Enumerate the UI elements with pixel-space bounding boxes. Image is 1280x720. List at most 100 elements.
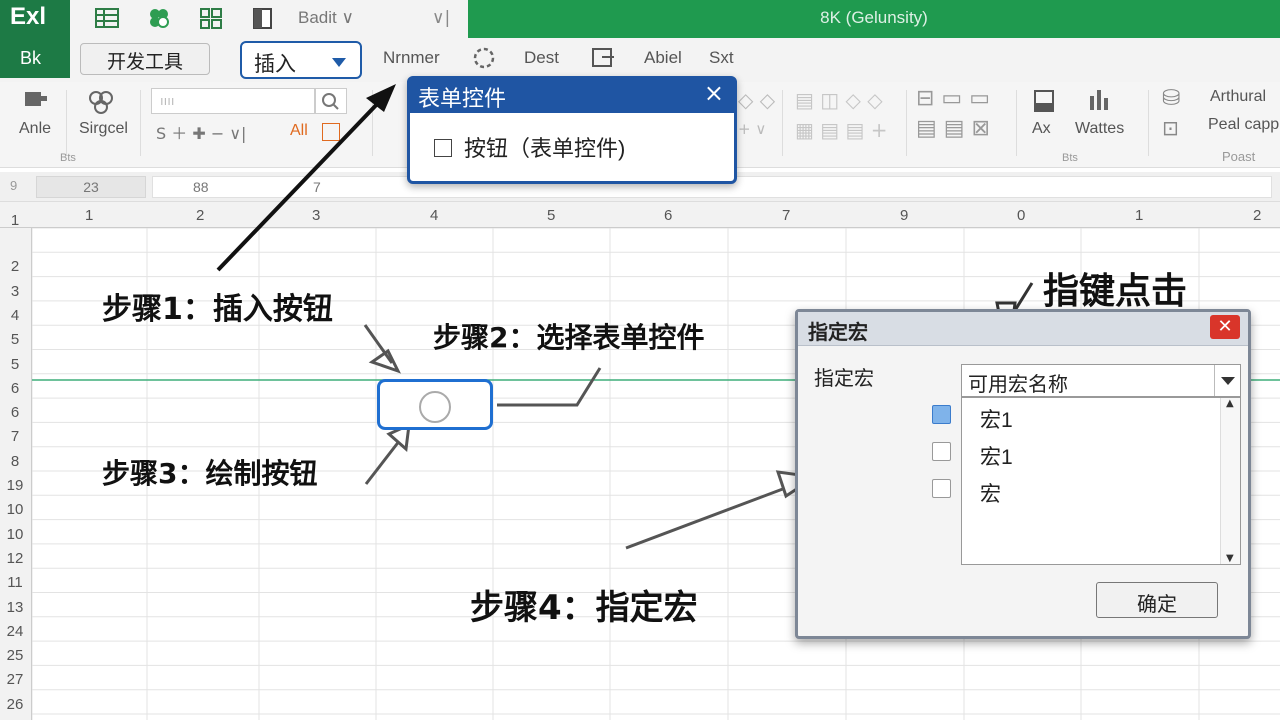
clover-icon[interactable] bbox=[146, 6, 172, 30]
column-header[interactable]: 9 bbox=[900, 207, 908, 224]
column-header[interactable]: 4 bbox=[430, 207, 438, 224]
ribbon-separator bbox=[66, 90, 67, 156]
scroll-down-icon[interactable]: ▼ bbox=[1226, 553, 1234, 564]
tab-developer[interactable]: 开发工具 bbox=[80, 43, 210, 75]
chevron-down-icon[interactable]: ∨| bbox=[432, 8, 450, 28]
column-header[interactable]: 2 bbox=[1253, 207, 1261, 224]
corner-label: 9 bbox=[10, 178, 18, 193]
arthural-label: Arthural bbox=[1210, 88, 1267, 105]
list-item[interactable]: 宏1 bbox=[980, 404, 1013, 434]
column-header[interactable]: 6 bbox=[664, 207, 672, 224]
align-tools-icon[interactable]: S ＋ ✚ − ∨| bbox=[156, 120, 246, 144]
list-item[interactable]: 宏1 bbox=[980, 441, 1013, 471]
format-cells-icon[interactable]: ▦ ▤ ▤ + bbox=[795, 118, 888, 142]
close-button[interactable]: ✕ bbox=[1210, 315, 1240, 339]
ribbon-separator bbox=[906, 90, 907, 156]
format-painter-icon[interactable] bbox=[86, 88, 116, 116]
row-header[interactable]: 6 bbox=[0, 380, 30, 397]
sort-icon[interactable] bbox=[1032, 88, 1056, 114]
row-header[interactable]: 3 bbox=[0, 283, 30, 300]
ribbon-separator bbox=[372, 90, 373, 156]
shape-icon[interactable]: ◇ ◇ bbox=[738, 88, 775, 112]
macro-checkbox[interactable] bbox=[932, 442, 951, 461]
ok-button[interactable]: 确定 bbox=[1096, 582, 1218, 618]
step2-label: 步骤2：选择表单控件 bbox=[433, 321, 705, 354]
export-icon[interactable] bbox=[590, 46, 616, 70]
row-header[interactable]: 12 bbox=[0, 550, 30, 567]
row-header[interactable]: 6 bbox=[0, 404, 30, 421]
column-header[interactable]: 2 bbox=[196, 207, 204, 224]
tab-nrnmer[interactable]: Nrnmer bbox=[383, 48, 440, 68]
sheet-tools-icon-2[interactable]: ▤ ▤ ⊠ bbox=[916, 116, 990, 141]
drawn-form-button[interactable] bbox=[377, 379, 493, 430]
close-icon[interactable]: × bbox=[704, 79, 724, 107]
insert-cells-icon[interactable]: ▤ ◫ ◇ ◇ bbox=[795, 88, 883, 112]
app-logo-text: Exl bbox=[10, 3, 47, 30]
loading-ring-icon[interactable] bbox=[470, 44, 498, 72]
brush-icon[interactable] bbox=[22, 88, 50, 114]
excel-app-icon[interactable]: Exl bbox=[0, 0, 70, 38]
row-header[interactable]: 13 bbox=[0, 599, 30, 616]
ribbon-input[interactable]: ıııı bbox=[151, 88, 315, 114]
column-header[interactable]: 5 bbox=[547, 207, 555, 224]
dialog-titlebar: 指定宏 ✕ bbox=[798, 312, 1248, 346]
paste-icon[interactable]: ⊡ bbox=[1162, 116, 1179, 140]
assign-macro-dialog: 指定宏 ✕ 指定宏 可用宏名称 宏1 宏1 宏 ▲ ▼ 确定 bbox=[795, 309, 1251, 639]
form-controls-dropdown[interactable]: 表单控件 × 按钮（表单控件) bbox=[407, 76, 737, 184]
formula-tail: 7 bbox=[313, 179, 321, 195]
macro-select[interactable]: 可用宏名称 bbox=[961, 364, 1241, 397]
scrollbar[interactable]: ▲ ▼ bbox=[1220, 398, 1240, 564]
row-header[interactable]: 27 bbox=[0, 671, 30, 688]
row-headers: 1 2 3 4 5 5 6 6 7 8 19 10 10 12 11 13 24 25 27 26 bbox=[0, 212, 32, 720]
row-header[interactable]: 24 bbox=[0, 623, 30, 640]
macro-list[interactable]: 宏1 宏1 宏 ▲ ▼ bbox=[961, 397, 1241, 565]
plus-icon[interactable]: + ∨ bbox=[738, 120, 766, 138]
column-header[interactable]: 1 bbox=[1135, 207, 1143, 224]
name-box[interactable]: 23 bbox=[36, 176, 146, 198]
chevron-down-icon[interactable] bbox=[1214, 365, 1240, 396]
insert-control-button[interactable]: 插入 bbox=[240, 41, 362, 79]
row-header[interactable]: 5 bbox=[0, 331, 30, 348]
row-header[interactable]: 26 bbox=[0, 696, 30, 713]
font-selector[interactable]: Badit ∨ bbox=[298, 8, 354, 28]
column-header[interactable]: 7 bbox=[782, 207, 790, 224]
row-header[interactable]: 11 bbox=[0, 574, 30, 591]
tab-sxt[interactable]: Sxt bbox=[709, 48, 734, 68]
sheet-tools-icon[interactable]: ⊟ ▭ ▭ bbox=[916, 86, 990, 111]
macro-checkbox[interactable] bbox=[932, 405, 951, 424]
option-label: 按钮（表单控件) bbox=[464, 136, 626, 161]
clipboard-icon[interactable]: ⛁ bbox=[1162, 86, 1180, 111]
macro-name-label: 指定宏 bbox=[814, 368, 874, 390]
tab-abiel[interactable]: Abiel bbox=[644, 48, 682, 68]
row-header[interactable]: 5 bbox=[0, 356, 30, 373]
column-header[interactable]: 0 bbox=[1017, 207, 1025, 224]
macro-checkbox[interactable] bbox=[932, 479, 951, 498]
row-header[interactable]: 19 bbox=[0, 477, 30, 494]
all-label[interactable]: All bbox=[290, 122, 308, 140]
macro-select-value: 可用宏名称 bbox=[968, 374, 1068, 396]
row-header[interactable]: 10 bbox=[0, 526, 30, 543]
chart-icon[interactable] bbox=[1086, 86, 1114, 114]
sirgcel-label: Sirgcel bbox=[79, 120, 128, 137]
button-form-control-option[interactable]: 按钮（表单控件) bbox=[434, 131, 625, 163]
layout-icon[interactable] bbox=[198, 6, 224, 30]
grid-icon[interactable] bbox=[94, 6, 120, 30]
scroll-up-icon[interactable]: ▲ bbox=[1226, 398, 1234, 409]
list-item[interactable]: 宏 bbox=[980, 478, 1001, 508]
document-icon[interactable] bbox=[250, 6, 276, 30]
step4-label: 步骤4：指定宏 bbox=[470, 588, 698, 628]
search-button[interactable] bbox=[315, 88, 347, 114]
row-header[interactable]: 8 bbox=[0, 453, 30, 470]
row-header[interactable]: 4 bbox=[0, 307, 30, 324]
row-header[interactable]: 7 bbox=[0, 428, 30, 445]
column-header[interactable]: 3 bbox=[312, 207, 320, 224]
title-area: 8K (Gelunsity) bbox=[468, 0, 1280, 38]
tab-bk[interactable]: Bk bbox=[0, 38, 70, 78]
row-header[interactable]: 25 bbox=[0, 647, 30, 664]
border-icon[interactable] bbox=[322, 123, 340, 141]
row-header[interactable]: 2 bbox=[0, 258, 30, 275]
tab-dest[interactable]: Dest bbox=[524, 48, 559, 68]
row-header[interactable]: 1 bbox=[0, 212, 30, 229]
column-header[interactable]: 1 bbox=[85, 207, 93, 224]
row-header[interactable]: 10 bbox=[0, 501, 30, 518]
